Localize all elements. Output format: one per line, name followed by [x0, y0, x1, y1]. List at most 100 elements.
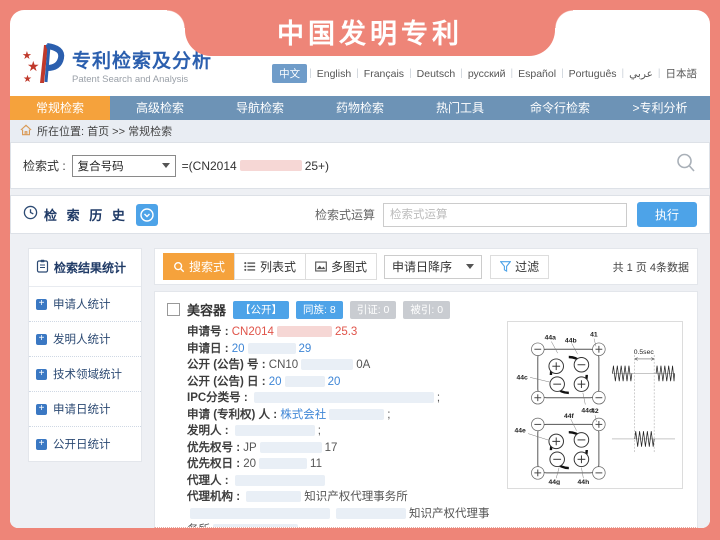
sidebar-item-inventor-stats[interactable]: +发明人统计 [29, 322, 141, 357]
redacted-text [259, 458, 307, 469]
language-bar: 中文| English| Français| Deutsch| русский|… [272, 64, 700, 83]
figure-label: 44f [564, 413, 575, 420]
lang-ar[interactable]: عربي [626, 66, 656, 82]
nav-tab-hot-tools[interactable]: 热门工具 [410, 96, 510, 120]
figure-label: 44b [565, 337, 577, 344]
clock-icon [23, 205, 38, 225]
result-title-row: 美容器 【公开】 同族: 8 引证: 0 被引: 0 [167, 300, 685, 319]
patent-figure-drawing: 44a 44b 41 44c 44d 44e 44f 42 44g 44h 0. [511, 325, 679, 485]
breadcrumb: 所在位置: 首页 >> 常规检索 [10, 120, 710, 142]
svg-text:★: ★ [27, 58, 40, 74]
figure-label: 44e [515, 428, 527, 435]
lang-ru[interactable]: русский [465, 66, 509, 82]
brand-title: 专利检索及分析 [72, 46, 212, 73]
nav-tab-regular-search[interactable]: 常规检索 [10, 96, 110, 120]
brand-text: 专利检索及分析 Patent Search and Analysis [72, 46, 212, 85]
citation-badge: 引证: 0 [350, 301, 397, 319]
brand-subtitle: Patent Search and Analysis [72, 74, 212, 85]
funnel-icon [500, 261, 511, 272]
sidebar-item-app-date-stats[interactable]: +申请日统计 [29, 392, 141, 427]
redacted-text [254, 392, 434, 403]
figure-label: 41 [590, 332, 598, 339]
nav-tab-drug-search[interactable]: 药物检索 [310, 96, 410, 120]
application-number-link[interactable]: CN2014 [232, 326, 274, 338]
main-nav: 常规检索 高级检索 导航检索 药物检索 热门工具 命令行检索 >专利分析 [10, 96, 710, 120]
search-type-select[interactable]: 复合号码 [72, 155, 176, 177]
sidebar-item-tech-field-stats[interactable]: +技术领域统计 [29, 357, 141, 392]
search-expression[interactable]: =(CN2014 25+) [182, 159, 329, 173]
brand-logo[interactable]: ★ ★ ★ 专利检索及分析 Patent Search and Analysis [22, 41, 212, 90]
nav-tab-advanced-search[interactable]: 高级检索 [110, 96, 210, 120]
clipboard-icon [36, 259, 49, 276]
lang-de[interactable]: Deutsch [414, 66, 459, 82]
lang-zh[interactable]: 中文 [272, 64, 307, 83]
redacted-text [285, 376, 325, 387]
view-mode-grid-button[interactable]: 多图式 [305, 253, 377, 280]
filter-button[interactable]: 过滤 [490, 255, 549, 279]
redacted-text [329, 409, 384, 420]
nav-tab-patent-analysis[interactable]: >专利分析 [610, 96, 710, 120]
banner-fillet-left [167, 10, 185, 28]
plus-icon: + [36, 334, 47, 345]
sidebar-item-pub-date-stats[interactable]: +公开日统计 [29, 427, 141, 461]
nav-tab-navigation-search[interactable]: 导航检索 [210, 96, 310, 120]
redacted-text [301, 359, 353, 370]
result-card: 美容器 【公开】 同族: 8 引证: 0 被引: 0 [154, 291, 698, 528]
nav-tab-command-search[interactable]: 命令行检索 [510, 96, 610, 120]
results-column: 搜索式 列表式 多图式 申请日降序 [154, 248, 698, 528]
redacted-text [213, 524, 298, 528]
plus-icon: + [36, 439, 47, 450]
redacted-text [246, 491, 301, 502]
result-title[interactable]: 美容器 [187, 300, 226, 319]
field-agency: 代理机构 : 知识产权代理事务所知识产权代理事 务所 [187, 489, 685, 528]
content-panel: 中国发明专利 ★ ★ ★ 专利检索及分析 Patent Searc [10, 10, 710, 528]
redacted-text [277, 326, 332, 337]
lang-ja[interactable]: 日本語 [663, 64, 701, 83]
svg-text:★: ★ [23, 74, 32, 85]
view-mode-list-button[interactable]: 列表式 [234, 253, 306, 280]
image-icon [315, 261, 327, 272]
sort-order-select[interactable]: 申请日降序 [384, 255, 482, 279]
figure-time-label: 0.5sec [634, 349, 655, 356]
main-area: 检索结果统计 +申请人统计 +发明人统计 +技术领域统计 +申请日统计 +公开日… [10, 240, 710, 528]
brand-logo-icon: ★ ★ ★ [22, 41, 66, 90]
figure-label: 44g [548, 479, 560, 485]
search-icon[interactable] [675, 152, 697, 179]
figure-label: 44c [516, 374, 528, 381]
chevron-down-icon [162, 163, 170, 168]
applicant-link[interactable]: 株式会社 [280, 409, 326, 421]
sidebar-item-applicant-stats[interactable]: +申请人统计 [29, 287, 141, 322]
operation-label: 检索式运算 [315, 206, 375, 223]
redacted-text [248, 343, 296, 354]
lang-fr[interactable]: Français [361, 66, 407, 82]
patent-figure[interactable]: 44a 44b 41 44c 44d 44e 44f 42 44g 44h 0. [507, 321, 683, 489]
breadcrumb-text[interactable]: 所在位置: 首页 >> 常规检索 [37, 123, 172, 139]
redacted-text [336, 508, 406, 519]
search-label: 检索式 : [23, 157, 66, 174]
search-icon [173, 261, 185, 273]
home-icon[interactable] [20, 124, 32, 139]
search-row: 检索式 : 复合号码 =(CN2014 25+) [10, 142, 710, 189]
banner-title: 中国发明专利 [277, 12, 463, 51]
sidebar-header: 检索结果统计 [29, 249, 141, 287]
lang-pt[interactable]: Português [566, 66, 620, 82]
result-checkbox[interactable] [167, 303, 180, 316]
view-mode-search-button[interactable]: 搜索式 [163, 253, 235, 280]
lang-es[interactable]: Español [515, 66, 559, 82]
history-expand-button[interactable] [136, 204, 158, 226]
status-badge-published: 【公开】 [233, 301, 289, 319]
figure-label: 44h [578, 479, 590, 485]
cited-by-badge: 被引: 0 [403, 301, 450, 319]
banner-fillet-right [555, 10, 573, 28]
plus-icon: + [36, 404, 47, 415]
lang-en[interactable]: English [314, 66, 354, 82]
banner: 中国发明专利 [185, 10, 555, 56]
redacted-text [240, 160, 302, 171]
plus-icon: + [36, 299, 47, 310]
redacted-text [260, 442, 322, 453]
figure-label: 44a [545, 335, 557, 342]
execute-button[interactable]: 执行 [637, 202, 697, 227]
family-badge: 同族: 8 [296, 301, 343, 319]
operation-input[interactable] [383, 203, 627, 227]
redacted-text [190, 508, 330, 519]
